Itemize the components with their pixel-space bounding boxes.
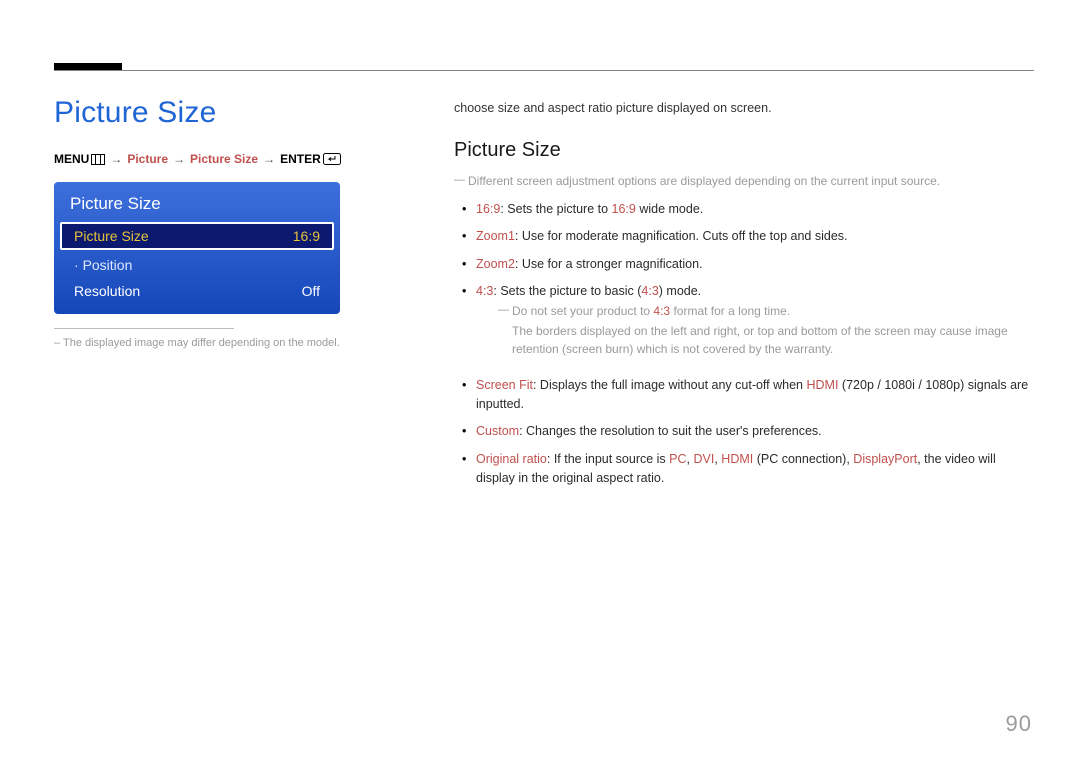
t: 4:3	[641, 284, 658, 298]
option-label: Zoom1	[476, 229, 515, 243]
t: 16:9	[612, 202, 636, 216]
osd-row-position[interactable]: Position	[60, 252, 334, 278]
page-title: Picture Size	[54, 96, 394, 130]
t: 4:3	[653, 304, 670, 318]
footnote-rule	[54, 328, 234, 329]
osd-title: Picture Size	[60, 190, 334, 220]
option-screen-fit: Screen Fit: Displays the full image with…	[454, 376, 1034, 423]
t: PC	[669, 452, 686, 466]
menu-icon	[91, 154, 105, 165]
page-top-rule	[54, 70, 1034, 71]
t: format for a long time.	[670, 304, 790, 318]
osd-row-label: Resolution	[74, 283, 140, 299]
page-rule-bold	[54, 63, 122, 70]
option-label: Screen Fit	[476, 378, 533, 392]
t: : Use for a stronger magnification.	[515, 257, 703, 271]
option-original-ratio: Original ratio: If the input source is P…	[454, 450, 1034, 497]
arrow-icon: →	[263, 152, 275, 166]
osd-row-value: Off	[302, 283, 320, 299]
t: : Displays the full image without any cu…	[533, 378, 807, 392]
option-label: Zoom2	[476, 257, 515, 271]
option-43-warning: Do not set your product to 4:3 format fo…	[498, 302, 1034, 358]
crumb-picture: Picture	[127, 152, 168, 166]
t: wide mode.	[636, 202, 703, 216]
section-note: Different screen adjustment options are …	[454, 172, 1034, 190]
t: Do not set your product to	[512, 304, 653, 318]
options-list: 16:9: Sets the picture to 16:9 wide mode…	[454, 200, 1034, 496]
enter-label: ENTER	[280, 152, 321, 166]
enter-icon	[323, 153, 341, 165]
option-43-warning-body: The borders displayed on the left and ri…	[512, 322, 1034, 358]
arrow-icon: →	[110, 152, 122, 166]
option-zoom2: Zoom2: Use for a stronger magnification.	[454, 255, 1034, 282]
osd-row-label: Picture Size	[74, 228, 149, 244]
t: : Use for moderate magnification. Cuts o…	[515, 229, 848, 243]
t: HDMI	[807, 378, 839, 392]
section-heading: Picture Size	[454, 139, 1034, 162]
osd-row-resolution[interactable]: Resolution Off	[60, 278, 334, 304]
option-label: Original ratio	[476, 452, 547, 466]
menu-label: MENU	[54, 152, 89, 166]
option-label: 4:3	[476, 284, 493, 298]
option-label: Custom	[476, 424, 519, 438]
osd-panel: Picture Size Picture Size 16:9 Position …	[54, 182, 340, 314]
crumb-picture-size: Picture Size	[190, 152, 258, 166]
t: DVI	[694, 452, 715, 466]
lead-text: choose size and aspect ratio picture dis…	[454, 101, 1034, 115]
right-column: choose size and aspect ratio picture dis…	[454, 101, 1034, 496]
menu-path: MENU → Picture → Picture Size → ENTER	[54, 152, 394, 166]
option-custom: Custom: Changes the resolution to suit t…	[454, 422, 1034, 449]
t: : Changes the resolution to suit the use…	[519, 424, 822, 438]
left-column: Picture Size MENU → Picture → Picture Si…	[54, 96, 394, 349]
option-zoom1: Zoom1: Use for moderate magnification. C…	[454, 227, 1034, 254]
footnote-text: The displayed image may differ depending…	[63, 337, 340, 349]
image-disclaimer: – The displayed image may differ dependi…	[54, 337, 394, 349]
t: HDMI	[721, 452, 753, 466]
t: DisplayPort	[853, 452, 917, 466]
t: ,	[687, 452, 694, 466]
option-label: 16:9	[476, 202, 500, 216]
t: : If the input source is	[547, 452, 669, 466]
option-43: 4:3: Sets the picture to basic (4:3) mod…	[454, 282, 1034, 375]
option-169: 16:9: Sets the picture to 16:9 wide mode…	[454, 200, 1034, 227]
t: ) mode.	[659, 284, 701, 298]
osd-row-value: 16:9	[293, 228, 320, 244]
osd-row-label: Position	[74, 257, 132, 273]
t: : Sets the picture to basic (	[493, 284, 641, 298]
arrow-icon: →	[173, 152, 185, 166]
t: (PC connection),	[753, 452, 853, 466]
t: : Sets the picture to	[500, 202, 611, 216]
page-number: 90	[1006, 711, 1032, 737]
osd-row-picture-size[interactable]: Picture Size 16:9	[60, 222, 334, 250]
